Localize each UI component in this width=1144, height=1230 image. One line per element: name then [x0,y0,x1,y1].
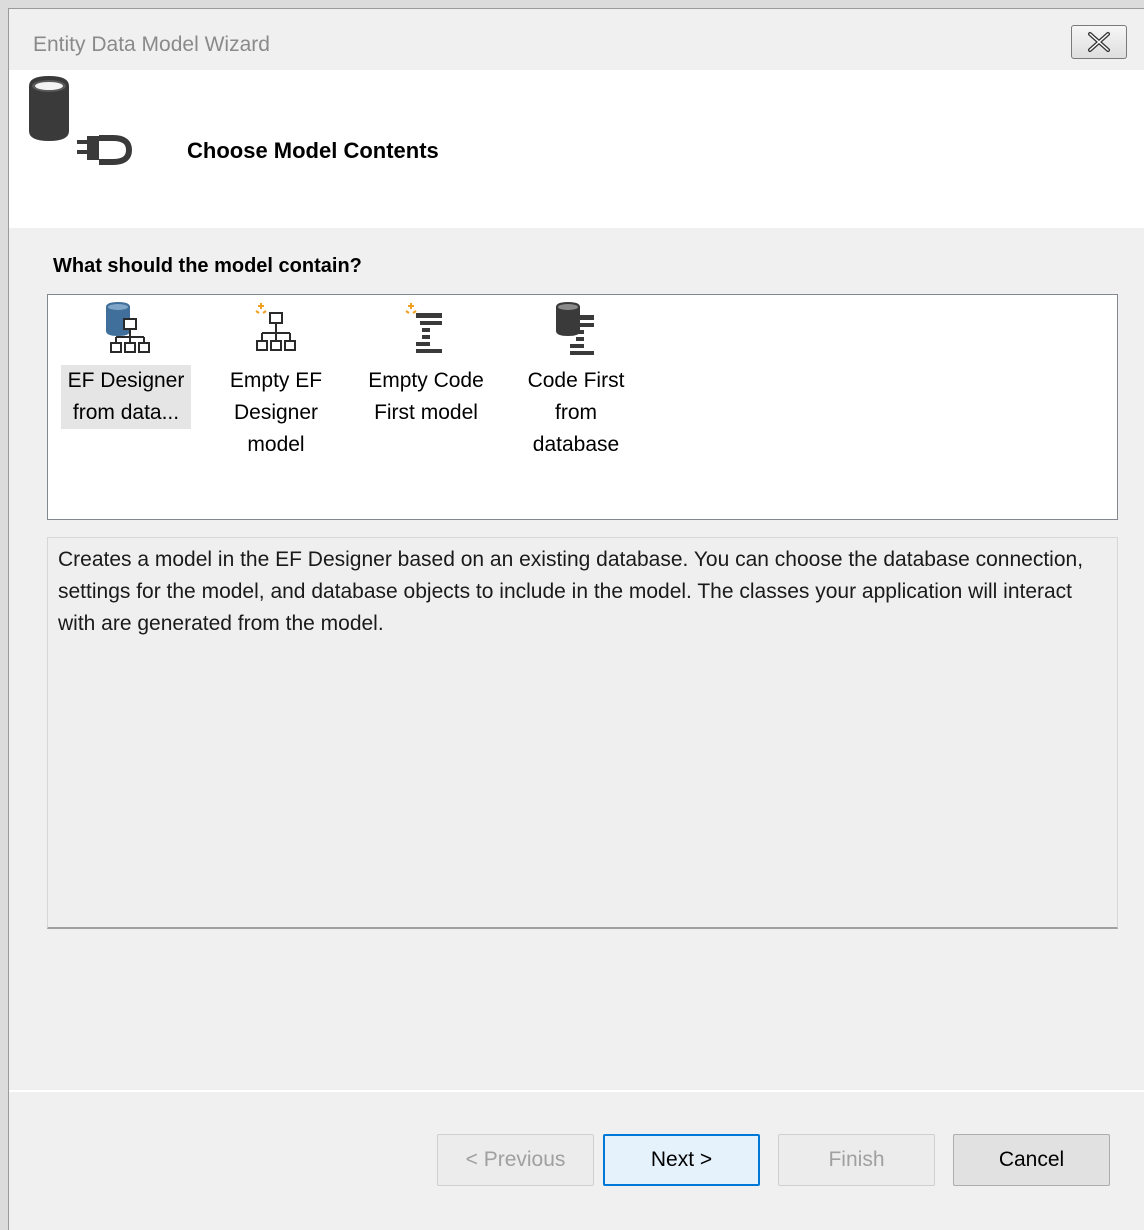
option-empty-ef-designer[interactable]: Empty EF Designer model [206,301,346,461]
option-description: Creates a model in the EF Designer based… [47,537,1118,929]
window-title: Entity Data Model Wizard [33,33,270,56]
page-title: Choose Model Contents [187,138,439,163]
finish-button[interactable]: Finish [778,1134,935,1186]
option-label: Empty EF Designer model [229,369,323,456]
code-first-database-icon [556,302,594,355]
cancel-button[interactable]: Cancel [953,1134,1110,1186]
wizard-header: Choose Model Contents [9,70,1144,228]
close-button[interactable] [1071,25,1127,59]
next-button[interactable]: Next > [603,1134,760,1186]
previous-button[interactable]: < Previous [437,1134,594,1186]
close-icon [1088,32,1110,52]
wizard-window: Entity Data Model Wizard Choose Model Co… [8,8,1144,1230]
ef-designer-database-icon [106,302,150,353]
database-plug-icon [29,76,133,165]
model-contents-question: What should the model contain? [53,255,362,277]
footer-divider [9,1090,1144,1092]
option-label: EF Designer from data... [61,365,191,429]
option-code-first-from-database[interactable]: Code First from database [506,301,646,461]
empty-code-first-icon [405,303,442,353]
option-ef-designer-from-database[interactable]: EF Designer from data... [56,301,196,429]
option-label: Empty Code First model [368,369,484,424]
title-bar: Entity Data Model Wizard [9,9,1144,70]
model-options-list: EF Designer from data... Empty EF Design… [47,294,1118,520]
empty-ef-designer-icon [255,303,296,351]
option-empty-code-first[interactable]: Empty Code First model [356,301,496,429]
option-label: Code First from database [527,369,625,456]
